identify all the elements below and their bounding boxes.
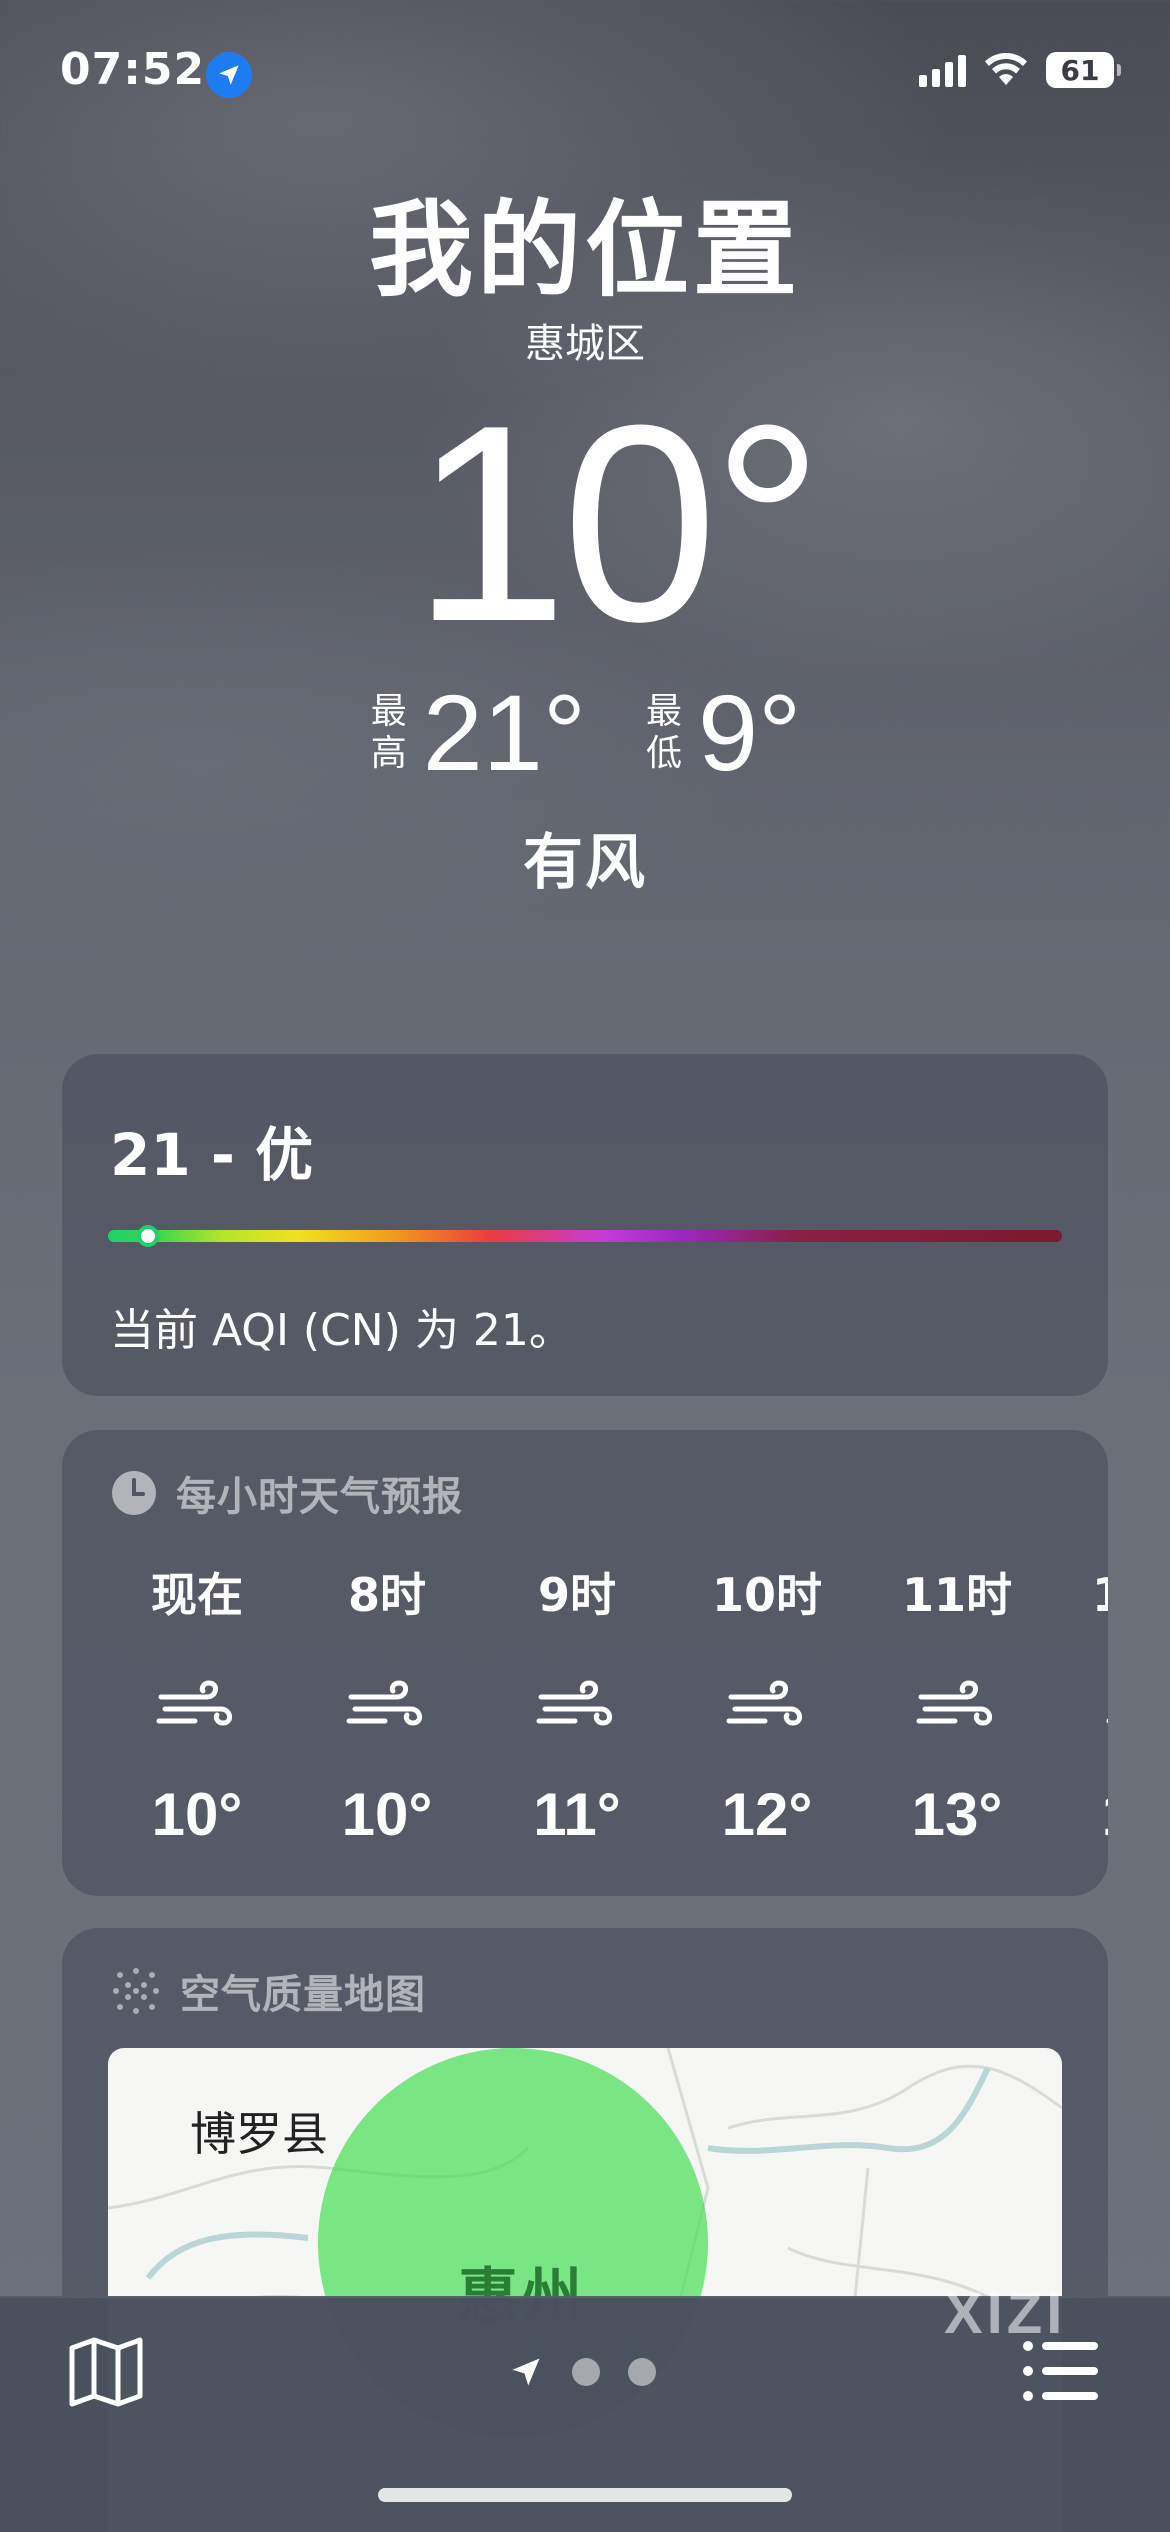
low-label: 最低 [646, 691, 683, 774]
hourly-forecast-card[interactable]: 每小时天气预报 现在 10° 8时 10° 9时 11° 10时 12° 11时 13° 12时 13… [62, 1430, 1108, 1896]
hourly-item: 12时 13° [1052, 1550, 1108, 1860]
hour-temp: 10° [151, 1781, 243, 1848]
hour-label: 10时 [711, 1568, 822, 1622]
hour-label: 现在 [151, 1568, 243, 1622]
wind-icon [345, 1640, 429, 1770]
location-title: 我的位置 [368, 189, 801, 311]
low-temp: 最低 9° [644, 678, 801, 788]
location-arrow-icon [206, 52, 252, 98]
high-temp: 最高 21° [369, 678, 586, 788]
cellular-signal-icon [919, 53, 966, 87]
aqi-title: 21 - 优 [110, 1121, 314, 1189]
page-dot[interactable] [628, 2358, 656, 2386]
hour-label: 9时 [537, 1568, 616, 1622]
wifi-icon [985, 53, 1027, 85]
battery-level: 61 [1060, 53, 1100, 87]
wind-icon [535, 1640, 619, 1770]
weather-header: 我的位置 惠城区 10° 最高 21° 最低 9° 有风 [0, 180, 1170, 901]
wind-icon [1105, 1640, 1108, 1770]
aqi-description: 当前 AQI (CN) 为 21。 [110, 1305, 573, 1356]
hourly-list[interactable]: 现在 10° 8时 10° 9时 11° 10时 12° 11时 13° 12时 13° [102, 1550, 1108, 1860]
high-low-temps: 最高 21° 最低 9° [0, 678, 1170, 788]
hour-label: 11时 [901, 1568, 1012, 1622]
aqi-indicator-dot [141, 1229, 156, 1243]
hour-temp: 10° [341, 1781, 433, 1848]
hourly-forecast-title: 每小时天气预报 [176, 1474, 463, 1520]
page-dot[interactable] [572, 2358, 600, 2386]
clock-icon [112, 1471, 156, 1515]
high-label: 最高 [370, 691, 407, 774]
hourly-item: 8时 10° [292, 1550, 482, 1860]
current-temperature: 10° [412, 368, 823, 680]
hour-temp: 12° [721, 1781, 813, 1848]
hour-temp: 13° [1102, 1770, 1108, 1860]
page-indicator[interactable] [508, 2354, 656, 2390]
map-icon [69, 2337, 143, 2407]
aqi-scale-bar [108, 1230, 1062, 1242]
location-arrow-icon [512, 2358, 540, 2386]
hourly-item: 9时 11° [482, 1550, 672, 1860]
air-quality-map-title: 空气质量地图 [180, 1972, 426, 2018]
hourly-item: 10时 12° [672, 1550, 862, 1860]
map-button[interactable] [66, 2332, 146, 2412]
battery-icon: 61 [1046, 52, 1121, 88]
hourly-item: 现在 10° [102, 1550, 292, 1860]
wind-icon [915, 1640, 999, 1770]
hour-label: 12时 [1091, 1568, 1108, 1622]
low-value: 9° [698, 672, 802, 793]
dot-grid-icon [113, 1968, 159, 2014]
wind-icon [725, 1640, 809, 1770]
air-quality-map-header: 空气质量地图 [110, 1962, 426, 2020]
hour-temp: 11° [533, 1781, 621, 1848]
aqi-card[interactable]: 21 - 优 当前 AQI (CN) 为 21。 [62, 1054, 1108, 1396]
status-time: 07:52 [60, 44, 206, 95]
weather-condition: 有风 [523, 828, 647, 898]
district-name: 惠城区 [525, 321, 645, 367]
hour-temp: 13° [911, 1781, 1003, 1848]
hourly-item: 11时 13° [862, 1550, 1052, 1860]
hour-label: 8时 [347, 1568, 426, 1622]
wind-icon [155, 1640, 239, 1770]
hourly-forecast-header: 每小时天气预报 [110, 1464, 463, 1522]
map-county-label: 博罗县 [190, 2107, 328, 2161]
status-indicators: 61 [919, 52, 1121, 88]
watermark: XIZI [944, 2281, 1067, 2346]
status-bar: 07:52 61 [0, 0, 1170, 140]
home-indicator[interactable] [378, 2488, 792, 2502]
high-value: 21° [422, 672, 587, 793]
